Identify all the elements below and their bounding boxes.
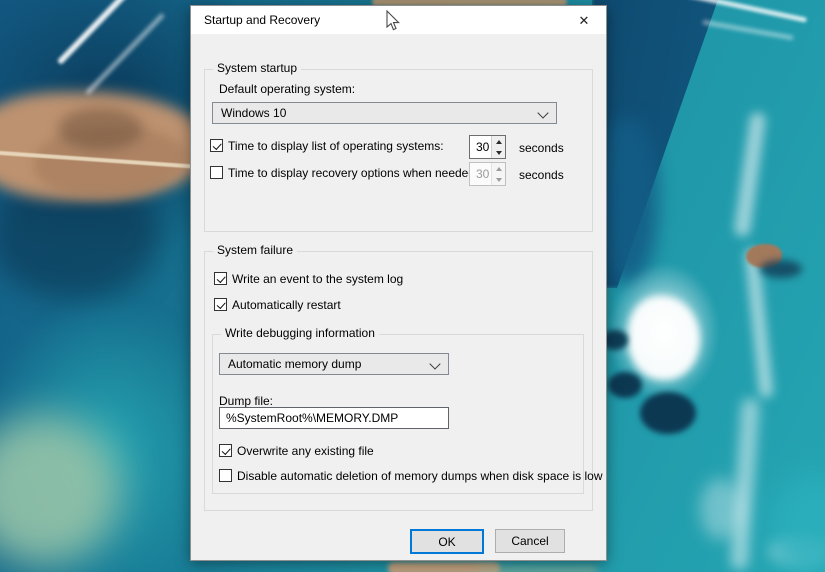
- close-icon: ✕: [579, 14, 590, 27]
- wallpaper-feature: [478, 566, 598, 572]
- wallpaper-feature: [34, 128, 184, 198]
- checkbox-time-display-recovery[interactable]: [210, 166, 223, 179]
- default-os-label: Default operating system:: [219, 82, 355, 96]
- checkbox-time-display-recovery-label[interactable]: Time to display recovery options when ne…: [228, 166, 478, 180]
- wallpaper-feature: [57, 0, 166, 65]
- wallpaper-feature: [700, 478, 742, 540]
- wallpaper-feature: [608, 372, 642, 398]
- checkbox-write-event-log-label[interactable]: Write an event to the system log: [232, 272, 403, 286]
- system-startup-legend: System startup: [213, 61, 301, 75]
- os-list-seconds-unit: seconds: [519, 141, 564, 155]
- cancel-button[interactable]: Cancel: [495, 529, 565, 553]
- dump-type-value: Automatic memory dump: [228, 357, 361, 371]
- spinner-down-button: [492, 174, 505, 185]
- system-failure-legend: System failure: [213, 243, 297, 257]
- checkbox-auto-restart-label[interactable]: Automatically restart: [232, 298, 341, 312]
- wallpaper-feature: [677, 0, 807, 23]
- triangle-down-icon: [496, 151, 502, 155]
- os-list-seconds-spinner[interactable]: 30: [469, 135, 506, 159]
- wallpaper-feature: [730, 398, 760, 571]
- wallpaper-feature: [733, 111, 766, 237]
- triangle-up-icon: [496, 167, 502, 171]
- wallpaper-feature: [608, 262, 720, 402]
- checkbox-overwrite-existing[interactable]: [219, 444, 232, 457]
- default-os-select[interactable]: Windows 10: [212, 102, 557, 124]
- checkbox-time-display-os-list-label[interactable]: Time to display list of operating system…: [228, 139, 444, 153]
- wallpaper-feature: [746, 244, 782, 268]
- spinner-buttons: [491, 136, 505, 158]
- checkbox-auto-restart[interactable]: [214, 298, 227, 311]
- checkbox-time-display-os-list[interactable]: [210, 139, 223, 152]
- checkbox-disable-auto-deletion-label[interactable]: Disable automatic deletion of memory dum…: [237, 469, 603, 483]
- wallpaper-feature: [58, 108, 143, 150]
- spinner-up-button: [492, 163, 505, 174]
- wallpaper-feature: [760, 260, 802, 278]
- spinner-down-button[interactable]: [492, 147, 505, 158]
- startup-and-recovery-dialog: Startup and Recovery ✕ System startup De…: [190, 5, 607, 561]
- checkbox-overwrite-existing-label[interactable]: Overwrite any existing file: [237, 444, 374, 458]
- wallpaper-feature: [85, 13, 164, 95]
- chevron-down-icon: [429, 358, 440, 369]
- recovery-seconds-unit: seconds: [519, 168, 564, 182]
- wallpaper-feature: [0, 150, 213, 170]
- triangle-down-icon: [496, 178, 502, 182]
- wallpaper-feature: [0, 170, 160, 300]
- dump-file-label: Dump file:: [219, 394, 273, 408]
- checkbox-write-event-log[interactable]: [214, 272, 227, 285]
- wallpaper-feature: [768, 474, 825, 572]
- dialog-title: Startup and Recovery: [204, 13, 320, 27]
- recovery-seconds-value: 30: [470, 163, 491, 185]
- triangle-up-icon: [496, 140, 502, 144]
- wallpaper-feature: [744, 248, 774, 399]
- chevron-down-icon: [537, 107, 548, 118]
- ok-button[interactable]: OK: [410, 529, 484, 554]
- write-debug-legend: Write debugging information: [221, 326, 379, 340]
- recovery-seconds-spinner: 30: [469, 162, 506, 186]
- wallpaper-feature: [768, 536, 825, 566]
- checkbox-disable-auto-deletion[interactable]: [219, 469, 232, 482]
- wallpaper-feature: [388, 562, 500, 572]
- wallpaper-feature: [0, 415, 121, 565]
- close-button[interactable]: ✕: [562, 6, 606, 34]
- os-list-seconds-value[interactable]: 30: [470, 136, 491, 158]
- dump-file-input[interactable]: [219, 407, 449, 429]
- wallpaper-feature: [640, 392, 696, 434]
- mouse-cursor: [386, 10, 400, 32]
- wallpaper-feature: [702, 20, 793, 40]
- default-os-value: Windows 10: [221, 106, 286, 120]
- dump-type-select[interactable]: Automatic memory dump: [219, 353, 449, 375]
- wallpaper-feature: [0, 92, 210, 200]
- spinner-up-button[interactable]: [492, 136, 505, 147]
- wallpaper-feature: [592, 0, 825, 288]
- wallpaper-feature: [628, 296, 700, 380]
- spinner-buttons: [491, 163, 505, 185]
- desktop: Startup and Recovery ✕ System startup De…: [0, 0, 825, 572]
